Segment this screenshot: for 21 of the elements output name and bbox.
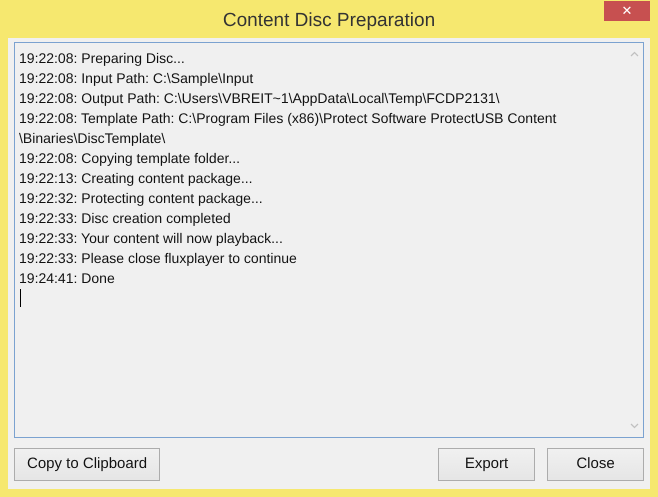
log-line: 19:22:08: Copying template folder...	[19, 149, 240, 168]
log-text-area[interactable]	[14, 42, 644, 438]
log-line: 19:22:13: Creating content package...	[19, 169, 252, 188]
log-line: 19:22:33: Please close fluxplayer to continue	[19, 249, 297, 268]
dialog-button[interactable]: Export	[438, 448, 535, 481]
log-line: 19:24:41: Done	[19, 269, 115, 288]
log-line: 19:22:08: Preparing Disc...	[19, 49, 185, 68]
log-line: 19:22:32: Protecting content package...	[19, 189, 263, 208]
log-line: 19:22:08: Template Path: C:\Program Files (x86)\Protect Software ProtectUSB Content	[19, 109, 556, 128]
scroll-up-icon[interactable]	[630, 51, 639, 57]
log-line: 19:22:33: Disc creation completed	[19, 209, 231, 228]
log-line: 19:22:33: Your content will now playback...	[19, 229, 283, 248]
log-line: 19:22:08: Output Path: C:\Users\VBREIT~1\AppData\Local\Temp\FCDP2131\	[19, 89, 500, 108]
dialog-button[interactable]: Close	[547, 448, 644, 481]
log-line: 19:22:08: Input Path: C:\Sample\Input	[19, 69, 254, 88]
window-title: Content Disc Preparation	[222, 9, 436, 33]
text-cursor	[20, 289, 21, 307]
log-line: \Binaries\DiscTemplate\	[19, 129, 166, 148]
close-button[interactable]: ✕	[604, 1, 650, 21]
copy-button[interactable]: Copy to Clipboard	[14, 448, 160, 481]
scroll-down-icon[interactable]	[630, 423, 639, 429]
